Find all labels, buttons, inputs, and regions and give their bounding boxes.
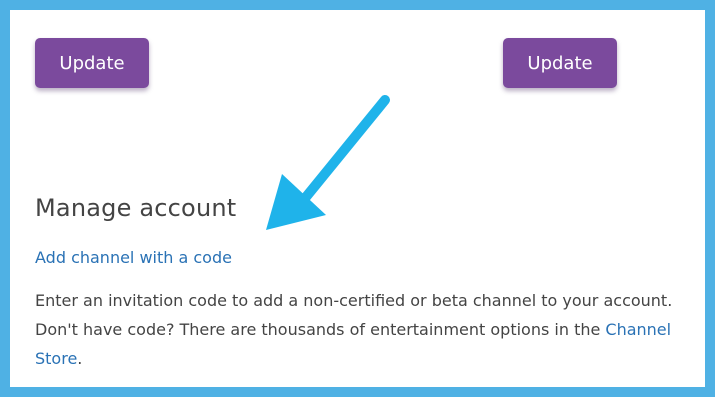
manage-account-heading: Manage account: [35, 194, 237, 222]
screenshot-frame: Update Update Manage account Add channel…: [0, 0, 715, 397]
description-end: .: [77, 349, 83, 368]
add-channel-with-code-link[interactable]: Add channel with a code: [35, 248, 232, 267]
update-button-right[interactable]: Update: [503, 38, 617, 88]
invitation-code-description: Enter an invitation code to add a non-ce…: [35, 286, 695, 373]
update-button-left[interactable]: Update: [35, 38, 149, 88]
annotation-arrow-head: [266, 174, 326, 230]
description-text: Enter an invitation code to add a non-ce…: [35, 291, 673, 339]
annotation-arrow-shaft: [301, 95, 390, 202]
